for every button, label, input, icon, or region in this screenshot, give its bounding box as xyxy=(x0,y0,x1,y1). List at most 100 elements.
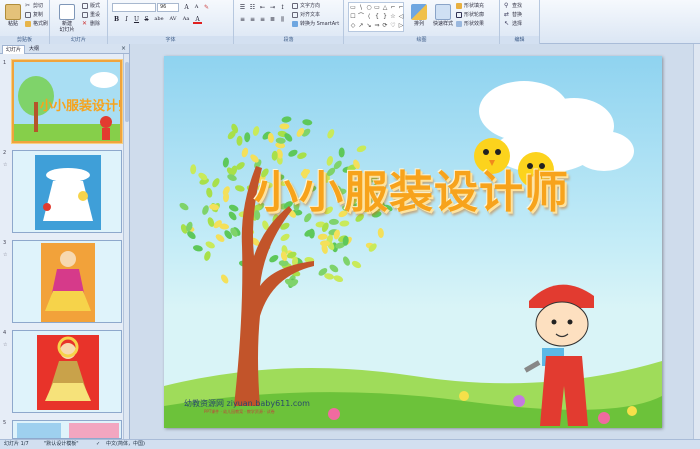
numbering-icon[interactable]: ☷ xyxy=(248,3,257,12)
leaf xyxy=(281,116,292,123)
thumb-number: 2 xyxy=(3,150,7,156)
font-size-combo[interactable]: 96 xyxy=(157,3,179,12)
font-group: 96 A A ✎ B I U S abe AV Aa A 字体 xyxy=(108,0,234,44)
find-button[interactable]: ⚲ 查找 xyxy=(504,2,522,10)
shape-option-icon[interactable]: ▷ xyxy=(397,21,405,30)
arrange-button[interactable]: 排列 xyxy=(408,2,430,34)
leaf xyxy=(342,256,351,266)
shape-effects-button[interactable]: 形状效果 xyxy=(456,20,484,28)
copy-button[interactable]: 复制 xyxy=(25,11,43,19)
scrollbar-thumb[interactable] xyxy=(125,62,129,122)
shape-option-icon[interactable]: ⟳ xyxy=(381,21,389,30)
shape-fill-button[interactable]: 形状填充 xyxy=(456,2,484,10)
select-button[interactable]: ↖ 选择 xyxy=(504,20,522,28)
paste-button[interactable]: 粘贴 xyxy=(2,2,24,34)
leaf xyxy=(228,211,237,221)
shape-option-icon[interactable]: } xyxy=(381,12,389,21)
animation-star-icon: ☆ xyxy=(3,342,8,348)
slide-scrollbar[interactable] xyxy=(693,44,700,439)
leaf xyxy=(317,233,328,240)
shape-option-icon[interactable]: \ xyxy=(357,3,365,12)
convert-smartart-button[interactable]: 转换为 SmartArt xyxy=(292,20,339,28)
shape-option-icon[interactable]: ♡ xyxy=(389,21,397,30)
slide-thumbnail-panel: 幻灯片 大纲 × 1 小小服装设计师 2 ☆ 3 ☆ 4 ☆ 5 xyxy=(0,44,130,439)
layout-button[interactable]: 版式 xyxy=(82,2,100,10)
thumb-number: 1 xyxy=(3,60,7,66)
shape-option-icon[interactable]: ◁ xyxy=(397,12,405,21)
font-group-label: 字体 xyxy=(108,36,233,44)
char-spacing-button[interactable]: AV xyxy=(167,15,179,24)
clear-format-icon[interactable]: ✎ xyxy=(202,3,211,12)
shape-option-icon[interactable]: { xyxy=(373,12,381,21)
replace-button[interactable]: ⇄ 替换 xyxy=(504,11,522,19)
spell-check-icon[interactable]: ✓ xyxy=(96,440,100,449)
animation-star-icon: ☆ xyxy=(3,252,8,258)
cursor-icon: ↖ xyxy=(504,19,510,27)
underline-button[interactable]: U xyxy=(132,15,141,24)
new-slide-icon xyxy=(59,4,75,20)
paragraph-group: ☰ ☷ ⇤ ⇥ ↕ ≡ ≡ ≡ ≣ ⫼ 文字方向 对齐文本 转换为 SmartA… xyxy=(234,0,344,44)
columns-icon[interactable]: ⫼ xyxy=(278,15,287,24)
grow-font-icon[interactable]: A xyxy=(182,3,191,12)
font-color-button[interactable]: A xyxy=(193,15,202,24)
thumbnail-scrollbar[interactable] xyxy=(123,54,129,439)
shape-outline-button[interactable]: 形状轮廓 xyxy=(456,11,484,19)
slide-title[interactable]: 小小服装设计师 xyxy=(254,156,569,220)
close-icon[interactable]: × xyxy=(121,44,126,54)
paint-bucket-icon xyxy=(456,2,462,9)
shape-option-icon[interactable]: ↗ xyxy=(357,21,365,30)
leaf xyxy=(220,274,229,284)
tab-outline[interactable]: 大纲 xyxy=(26,45,42,54)
shape-option-icon[interactable]: ◇ xyxy=(349,21,357,30)
slide-artwork xyxy=(164,81,662,428)
leaf xyxy=(244,132,251,143)
shape-option-icon[interactable]: ↘ xyxy=(365,21,373,30)
justify-icon[interactable]: ≣ xyxy=(268,15,277,24)
align-text-button[interactable]: 对齐文本 xyxy=(292,11,320,19)
shapes-gallery[interactable]: ▭ \ ○ ▭ △ ⌐ ⌐ ☐ ⌒ ⟨{} ☆ ◁ ◇ ↗ ↘ ⇒ ⟳ ♡ ▷ xyxy=(348,2,404,32)
watermark-subtext: PPT课件 · 幼儿园教案 · 教学资源 · 试卷 xyxy=(204,409,275,414)
new-slide-button[interactable]: 新建 幻灯片 xyxy=(54,2,80,34)
shape-option-icon[interactable]: ▭ xyxy=(349,3,357,12)
change-case-button[interactable]: Aa xyxy=(180,15,192,24)
leaf xyxy=(202,205,209,215)
format-painter-button[interactable]: 格式刷 xyxy=(25,20,48,28)
decrease-indent-icon[interactable]: ⇤ xyxy=(258,3,267,12)
increase-indent-icon[interactable]: ⇥ xyxy=(268,3,277,12)
shape-option-icon[interactable]: △ xyxy=(381,3,389,12)
shape-option-icon[interactable]: ☐ xyxy=(349,12,357,21)
smartart-icon xyxy=(292,20,298,27)
leaf xyxy=(215,234,225,242)
delete-slide-button[interactable]: ✕ 删除 xyxy=(82,20,100,28)
shape-option-icon[interactable]: ⌐ xyxy=(389,3,397,12)
strikethrough-button[interactable]: S xyxy=(142,15,151,24)
language-indicator[interactable]: 中文(简体，中国) xyxy=(106,440,145,449)
bold-button[interactable]: B xyxy=(112,15,121,24)
slide-canvas[interactable]: 小小服装设计师 幼教资源网 ziyuan.baby611.com PPT课件 ·… xyxy=(164,56,662,428)
leaf xyxy=(190,164,197,175)
shrink-font-icon[interactable]: A xyxy=(192,3,201,12)
shape-option-icon[interactable]: ○ xyxy=(365,3,373,12)
leaf xyxy=(234,185,245,192)
leaf xyxy=(179,202,189,211)
shape-option-icon[interactable]: ⇒ xyxy=(373,21,381,30)
shape-option-icon[interactable]: ⟨ xyxy=(365,12,373,21)
align-left-icon[interactable]: ≡ xyxy=(238,15,247,24)
align-right-icon[interactable]: ≡ xyxy=(258,15,267,24)
cut-button[interactable]: ✂ 剪切 xyxy=(25,2,43,10)
copy-icon xyxy=(25,11,31,18)
text-direction-button[interactable]: 文字方向 xyxy=(292,2,320,10)
tab-slides[interactable]: 幻灯片 xyxy=(2,45,26,54)
reset-button[interactable]: 重设 xyxy=(82,11,100,19)
align-center-icon[interactable]: ≡ xyxy=(248,15,257,24)
italic-button[interactable]: I xyxy=(122,15,131,24)
shape-option-icon[interactable]: ☆ xyxy=(389,12,397,21)
shadow-button[interactable]: abe xyxy=(152,15,166,24)
quick-styles-button[interactable]: 快速样式 xyxy=(430,2,456,34)
font-name-combo[interactable] xyxy=(112,3,156,12)
bullets-icon[interactable]: ☰ xyxy=(238,3,247,12)
shape-option-icon[interactable]: ⌐ xyxy=(397,3,405,12)
line-spacing-icon[interactable]: ↕ xyxy=(278,3,287,12)
shape-option-icon[interactable]: ⌒ xyxy=(357,12,365,21)
shape-option-icon[interactable]: ▭ xyxy=(373,3,381,12)
